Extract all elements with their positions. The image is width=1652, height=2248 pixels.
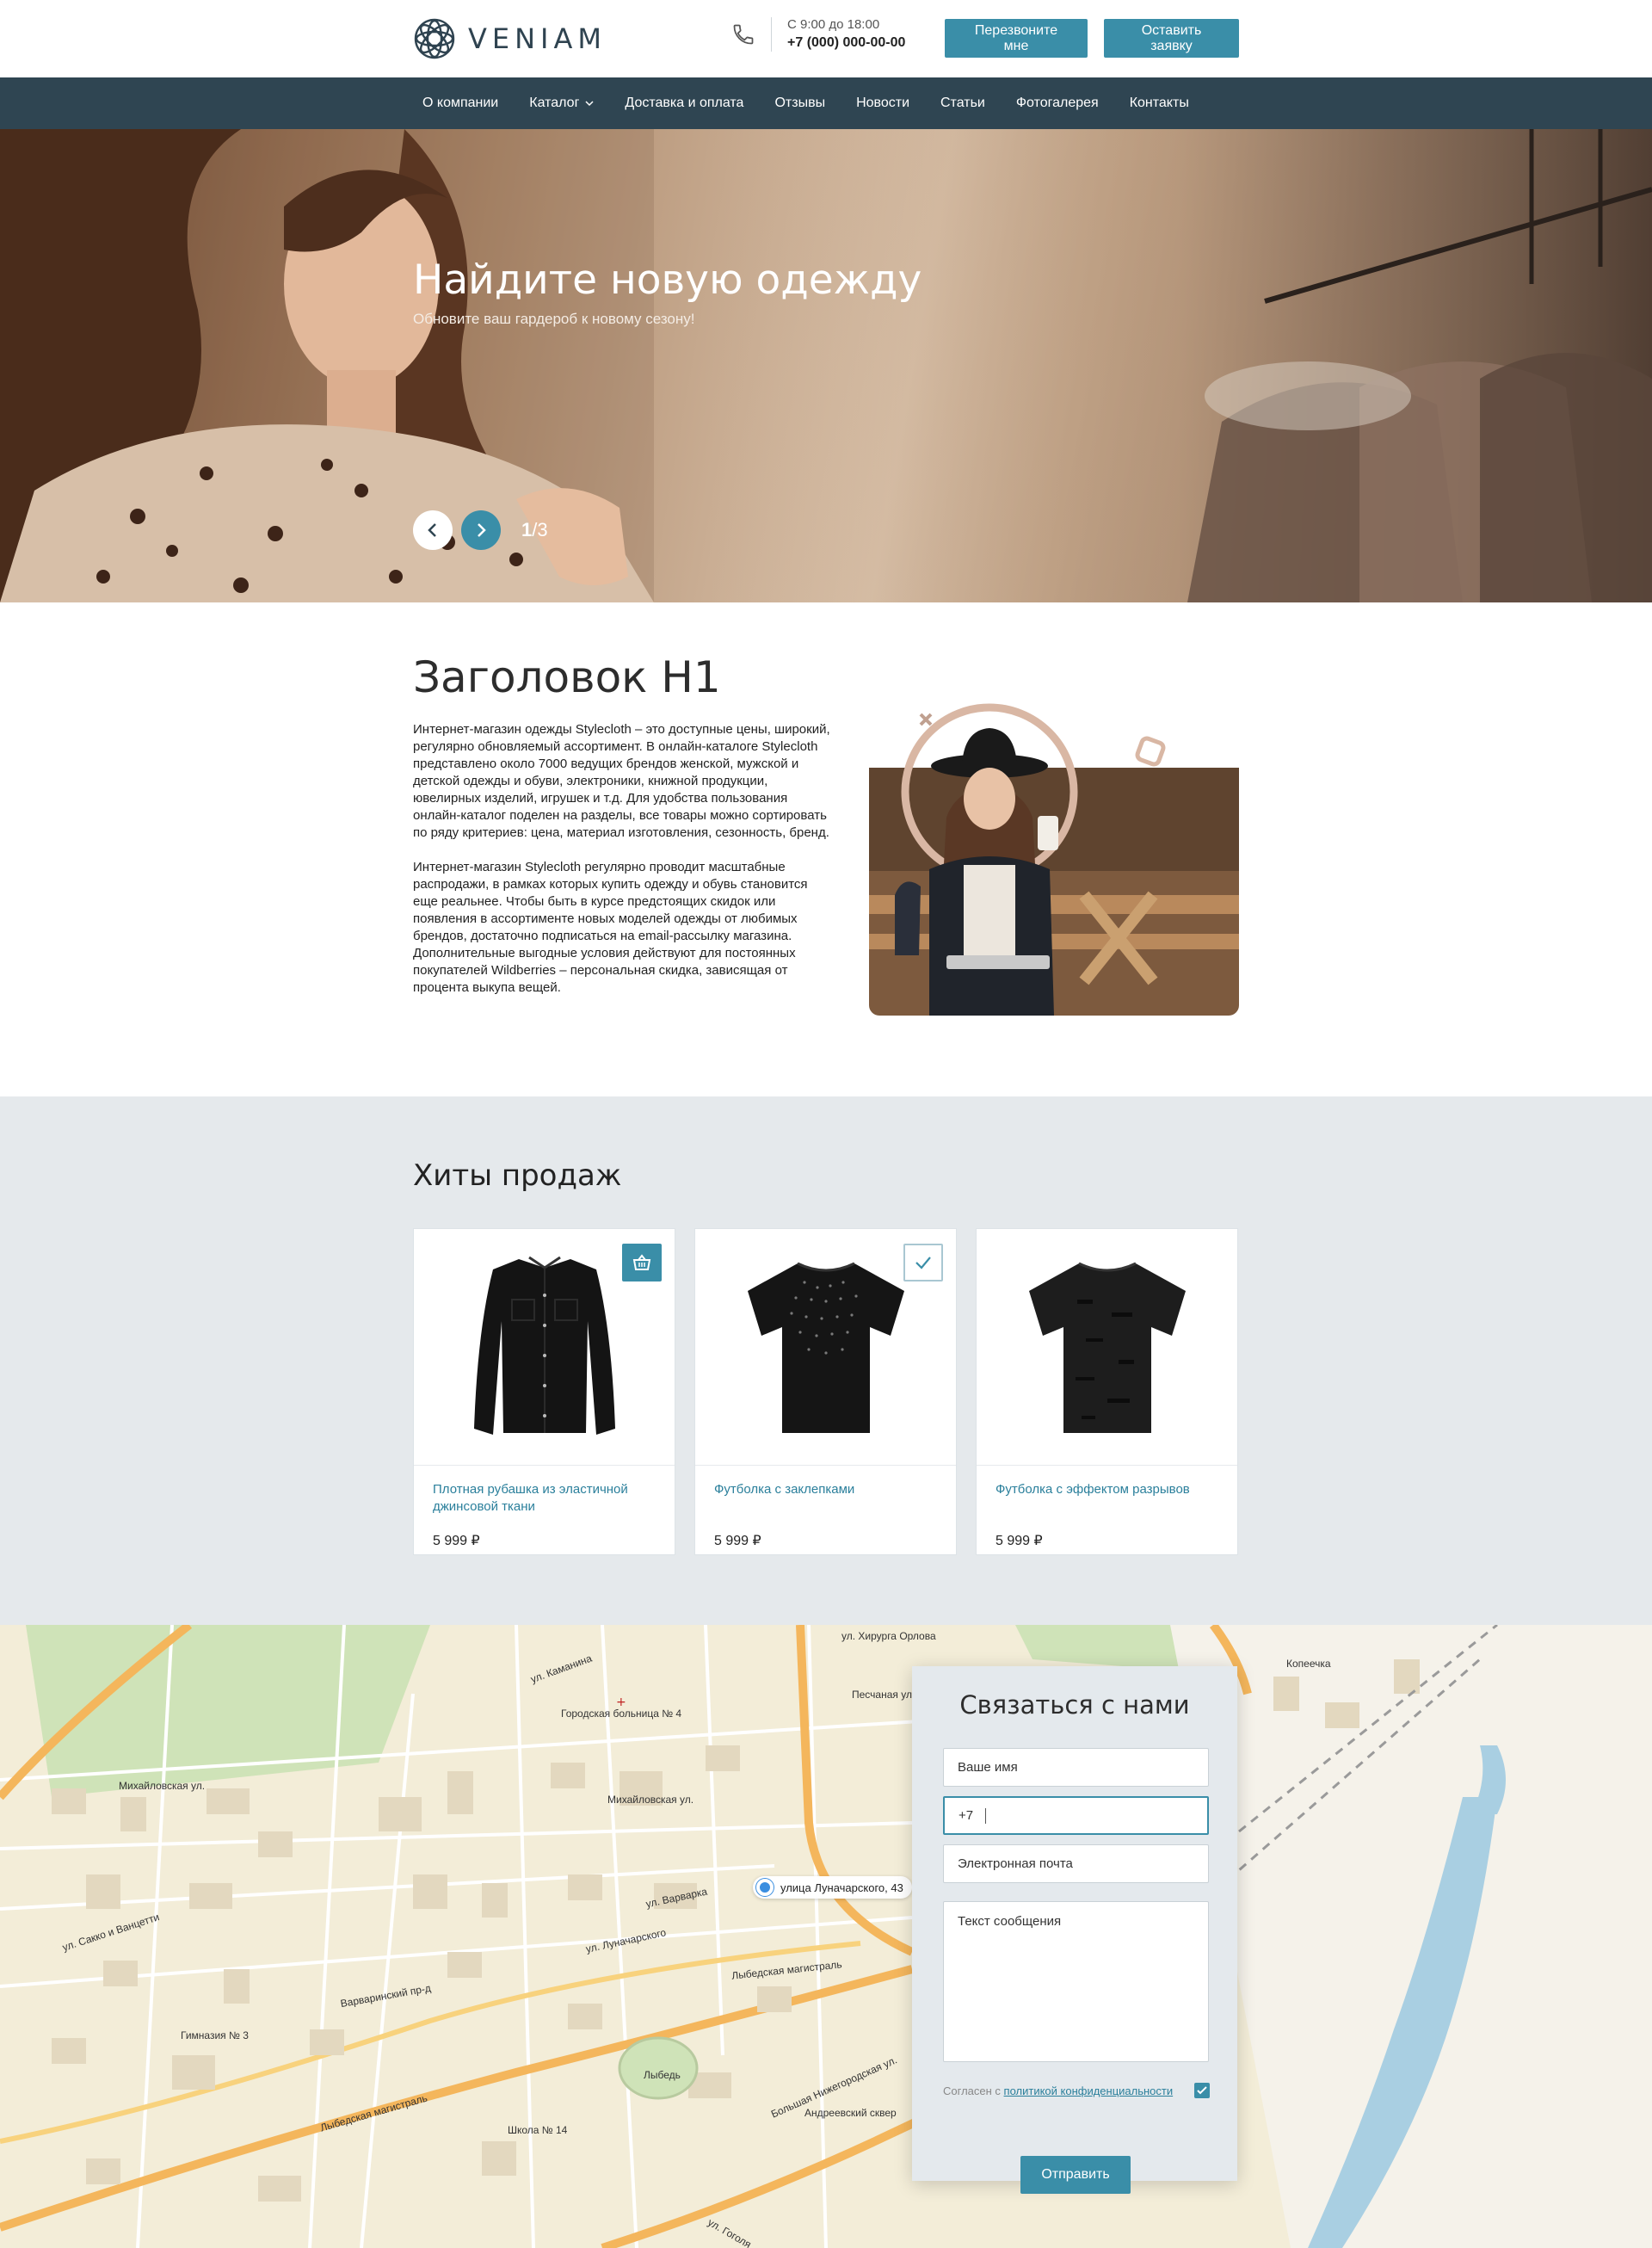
nav-item-articles[interactable]: Статьи	[940, 96, 985, 111]
product-price: 5 999 ₽	[996, 1534, 1043, 1548]
hero-title: Найдите новую одежду	[413, 256, 922, 304]
phone-icon	[733, 24, 754, 45]
nav-item-reviews[interactable]: Отзывы	[774, 96, 825, 111]
map-place-label: Школа № 14	[508, 2124, 568, 2136]
privacy-consent: Согласен с политикой конфиденциальности	[943, 2084, 1174, 2097]
chevron-down-icon	[585, 101, 594, 107]
map-place-label: Городская больница № 4	[561, 1708, 682, 1720]
product-image[interactable]	[414, 1229, 675, 1466]
about-paragraph: Интернет-магазин Stylecloth регулярно пр…	[413, 860, 808, 995]
add-to-cart-button[interactable]	[622, 1244, 662, 1281]
product-price: 5 999 ₽	[433, 1534, 480, 1548]
map-street-label: Михайловская ул.	[119, 1780, 206, 1792]
map-place-label: Копеечка	[1286, 1658, 1331, 1670]
contact-block: С 9:00 до 18:00 +7 (000) 000-00-00	[731, 17, 905, 52]
main-nav: О компании Каталог Доставка и оплата Отз…	[0, 77, 1652, 129]
working-hours: С 9:00 до 18:00	[787, 17, 880, 32]
product-list: Плотная рубашка из эластичной джинсовой …	[413, 1228, 1238, 1555]
map-street-label: ул. Хирурга Орлова	[841, 1630, 936, 1642]
chevron-right-icon	[478, 523, 486, 537]
phone-field[interactable]: +7	[943, 1796, 1209, 1835]
message-textarea[interactable]: Текст сообщения	[943, 1901, 1209, 2062]
text-cursor-icon	[985, 1807, 987, 1824]
logo[interactable]: VENIAM	[413, 17, 607, 60]
email-field[interactable]: Электронная почта	[943, 1844, 1209, 1883]
nav-item-delivery[interactable]: Доставка и оплата	[625, 96, 743, 111]
check-icon	[915, 1257, 931, 1269]
product-title[interactable]: Футболка с заклепками	[714, 1481, 938, 1498]
in-cart-button[interactable]	[903, 1244, 943, 1281]
request-button[interactable]: Оставить заявку	[1104, 19, 1239, 58]
slider-controls: 1/3	[413, 510, 548, 550]
slide-counter: 1/3	[521, 519, 548, 540]
black-studded-tshirt-image	[747, 1262, 904, 1433]
map-place-label: Гимназия № 3	[181, 2029, 249, 2041]
phone-number[interactable]: +7 (000) 000-00-00	[787, 35, 905, 51]
product-price: 5 999 ₽	[714, 1534, 761, 1548]
product-title[interactable]: Футболка с эффектом разрывов	[996, 1481, 1219, 1498]
section-title: Хиты продаж	[413, 1158, 622, 1193]
city-map[interactable]: +	[0, 1625, 1652, 2248]
map-street-label: Песчаная ул.	[852, 1689, 915, 1701]
map-address-text: улица Луначарского, 43	[780, 1881, 903, 1894]
phone-prefix: +7	[959, 1808, 974, 1823]
map-pin-icon	[756, 1879, 774, 1896]
form-title: Связаться с нами	[959, 1690, 1190, 1720]
map-address-marker[interactable]: улица Луначарского, 43	[753, 1876, 912, 1899]
product-title[interactable]: Плотная рубашка из эластичной джинсовой …	[433, 1481, 656, 1516]
chevron-left-icon	[428, 523, 436, 537]
submit-button[interactable]: Отправить	[1020, 2156, 1131, 2194]
slider-prev-button[interactable]	[413, 510, 453, 550]
product-image[interactable]	[977, 1229, 1237, 1466]
hero-slider: Найдите новую одежду Обновите ваш гардер…	[0, 129, 1652, 602]
about-section: Заголовок H1 Интернет-магазин одежды Sty…	[0, 602, 1652, 1096]
cart-icon	[632, 1254, 651, 1270]
about-illustration-image	[869, 703, 1239, 1016]
nav-item-contacts[interactable]: Контакты	[1130, 96, 1189, 111]
page-title: Заголовок H1	[413, 652, 721, 702]
nav-item-about[interactable]: О компании	[422, 96, 498, 111]
product-card[interactable]: Футболка с заклепками 5 999 ₽	[694, 1228, 957, 1555]
callback-button[interactable]: Перезвоните мне	[945, 19, 1088, 58]
site-header: VENIAM С 9:00 до 18:00 +7 (000) 000-00-0…	[0, 0, 1652, 77]
product-image[interactable]	[695, 1229, 956, 1466]
product-card[interactable]: Плотная рубашка из эластичной джинсовой …	[413, 1228, 675, 1555]
consent-checkbox[interactable]	[1194, 2083, 1210, 2098]
brand-name: VENIAM	[468, 22, 607, 55]
black-shirt-image	[473, 1256, 615, 1435]
slider-next-button[interactable]	[461, 510, 501, 550]
map-place-label: Лыбедь	[644, 2069, 681, 2081]
name-field[interactable]: Ваше имя	[943, 1748, 1209, 1787]
about-paragraph: Интернет-магазин одежды Stylecloth – это…	[413, 722, 830, 840]
check-icon	[1197, 2086, 1207, 2095]
hero-subtitle: Обновите ваш гардероб к новому сезону!	[413, 311, 695, 327]
contact-form: Связаться с нами Ваше имя +7 Электронная…	[912, 1666, 1237, 2194]
about-text: Интернет-магазин одежды Stylecloth – это…	[413, 721, 830, 997]
logo-mark-icon	[414, 18, 455, 59]
product-card[interactable]: Футболка с эффектом разрывов 5 999 ₽	[976, 1228, 1238, 1555]
map-street-label: Михайловская ул.	[607, 1794, 694, 1806]
black-ripped-tshirt-image	[1028, 1262, 1186, 1433]
bestsellers-section: Хиты продаж Плотная рубашка из эластично…	[0, 1096, 1652, 1625]
contact-divider	[771, 17, 772, 52]
nav-item-gallery[interactable]: Фотогалерея	[1016, 96, 1099, 111]
nav-item-news[interactable]: Новости	[856, 96, 909, 111]
map-place-label: Андреевский сквер	[804, 2107, 897, 2119]
nav-item-catalog[interactable]: Каталог	[529, 96, 594, 111]
map-section: + ул. Хирурга Орлова ул. Каманина Городс…	[0, 1625, 1652, 2248]
privacy-policy-link[interactable]: политикой конфиденциальности	[1004, 2084, 1174, 2097]
